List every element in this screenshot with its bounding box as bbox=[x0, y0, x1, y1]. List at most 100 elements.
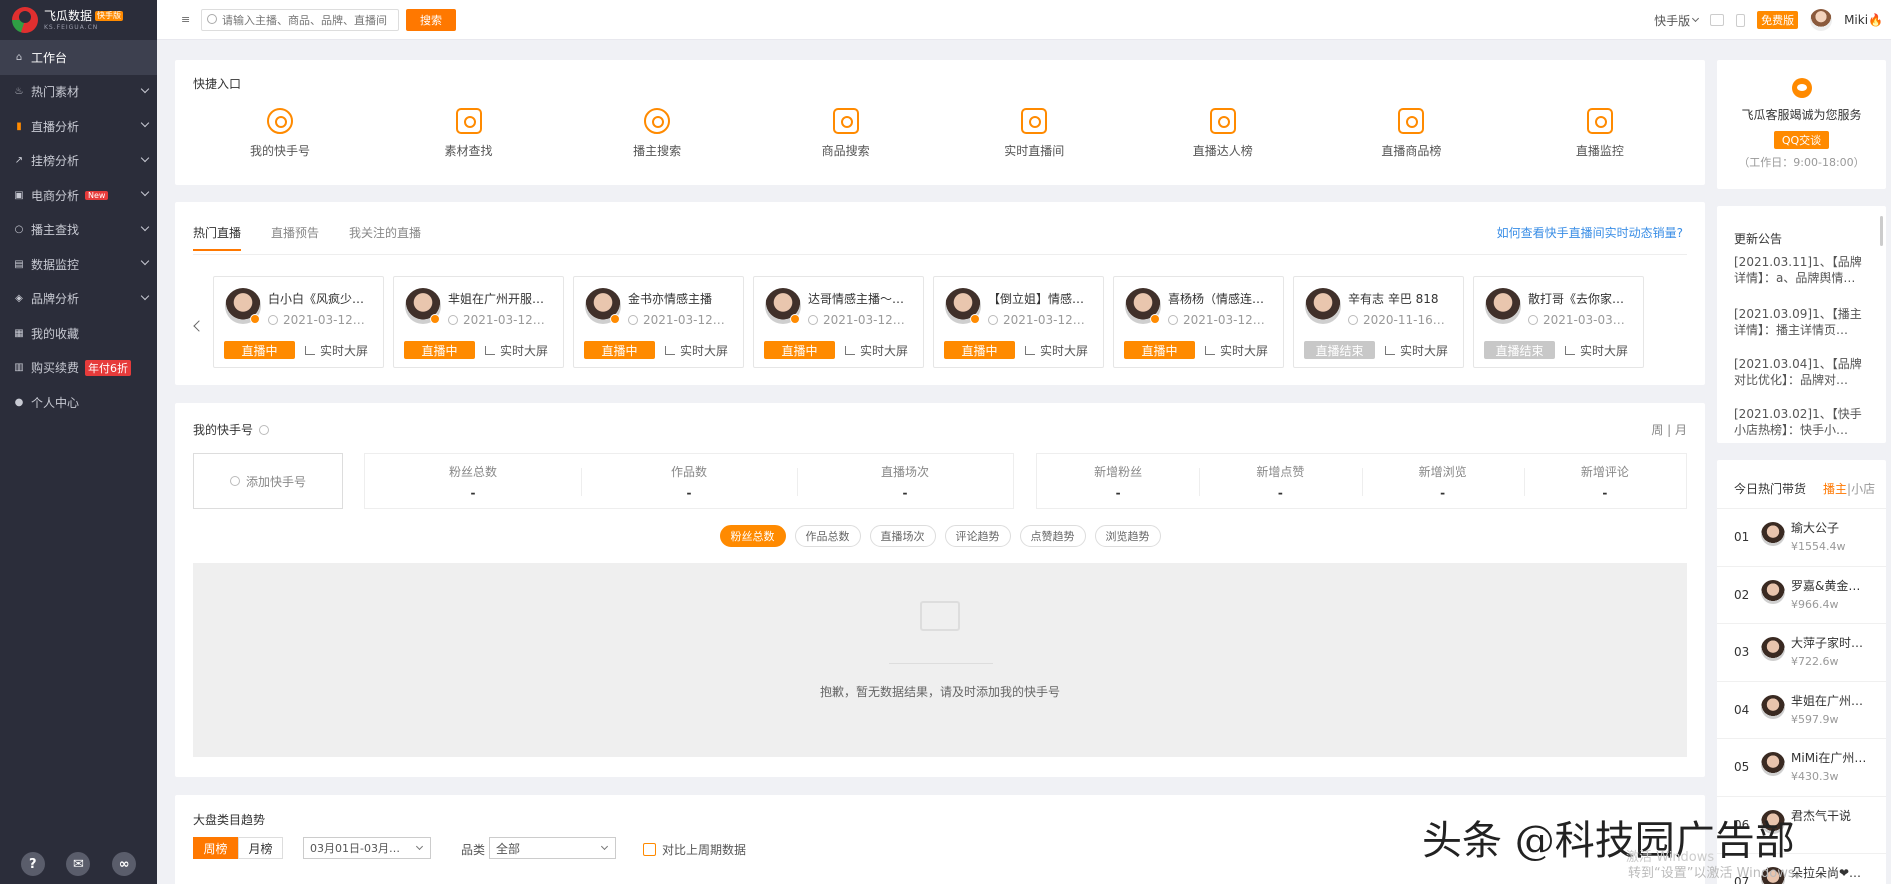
live-status-badge[interactable]: 直播中 bbox=[584, 341, 655, 359]
hot-rank-item[interactable]: 02 罗嘉&黄金… ¥966.4w bbox=[1717, 565, 1886, 623]
rank-streamer-name[interactable]: 瑜大公子 bbox=[1791, 519, 1871, 536]
qq-chat-button[interactable]: QQ交谈 bbox=[1773, 131, 1830, 149]
live-card-item[interactable]: 达哥情感主播～… 2021-03-12… 直播中 实时大屏 bbox=[753, 276, 924, 368]
sidebar-item-rank-analysis[interactable]: ↗ 挂榜分析 bbox=[0, 144, 157, 179]
tab-hot-live[interactable]: 热门直播 bbox=[193, 224, 242, 251]
hot-rank-item[interactable]: 04 芈姐在广州… ¥597.9w bbox=[1717, 680, 1886, 738]
free-plan-badge[interactable]: 免费版 bbox=[1757, 11, 1799, 29]
live-status-badge[interactable]: 直播中 bbox=[764, 341, 835, 359]
live-status-badge[interactable]: 直播结束 bbox=[1304, 341, 1375, 359]
live-card-item[interactable]: 辛有志 辛巴 818 2020-11-16… 直播结束 实时大屏 bbox=[1293, 276, 1464, 368]
sidebar-item-workbench[interactable]: ⌂ 工作台 bbox=[0, 40, 157, 75]
username[interactable]: Miki🔥 bbox=[1844, 13, 1883, 27]
rank-streamer-name[interactable]: 大萍子家时… bbox=[1791, 634, 1871, 651]
notice-item[interactable]: [2021.03.04]1、【品牌对比优化】：品牌对… bbox=[1734, 356, 1869, 388]
live-card-item[interactable]: 白小白《风疯少… 2021-03-12… 直播中 实时大屏 bbox=[213, 276, 384, 368]
pill-works-total[interactable]: 作品总数 bbox=[794, 525, 861, 547]
sidebar-item-streamer-search[interactable]: ○ 播主查找 bbox=[0, 213, 157, 248]
rank-streamer-name[interactable]: 罗嘉&黄金… bbox=[1791, 577, 1871, 594]
version-select[interactable]: 快手版 bbox=[1654, 12, 1700, 29]
notice-item[interactable]: [2021.03.02]1、【快手小店热榜】：快手小… bbox=[1734, 406, 1869, 438]
realtime-screen-button[interactable]: 实时大屏 bbox=[485, 342, 548, 359]
date-range-select[interactable]: 03月01日-03月… bbox=[303, 837, 431, 859]
toggle-monthly[interactable]: 月榜 bbox=[238, 837, 283, 859]
avatar[interactable] bbox=[1761, 694, 1785, 719]
live-help-link[interactable]: 如何查看快手直播间实时动态销量? bbox=[1497, 224, 1683, 241]
pill-live-count[interactable]: 直播场次 bbox=[869, 525, 936, 547]
wechat-icon[interactable]: ✉ bbox=[66, 852, 91, 876]
avatar[interactable] bbox=[1810, 9, 1833, 31]
tab-streamer[interactable]: 播主 bbox=[1823, 482, 1847, 496]
quick-live-monitor[interactable]: 直播监控 bbox=[1525, 108, 1675, 159]
search-input[interactable] bbox=[222, 13, 392, 27]
live-card-item[interactable]: 喜杨杨（情感连… 2021-03-12… 直播中 实时大屏 bbox=[1113, 276, 1284, 368]
hot-rank-item[interactable]: 03 大萍子家时… ¥722.6w bbox=[1717, 623, 1886, 680]
cloud-icon[interactable] bbox=[1710, 14, 1725, 26]
menu-toggle-icon[interactable]: ≡ bbox=[181, 13, 190, 26]
add-circle-icon[interactable] bbox=[259, 424, 270, 435]
hot-rank-item[interactable]: 05 MiMi在广州… ¥430.3w bbox=[1717, 738, 1886, 795]
avatar[interactable] bbox=[1761, 522, 1785, 546]
category-select[interactable]: 全部 bbox=[489, 837, 616, 859]
avatar[interactable] bbox=[1761, 752, 1785, 776]
toggle-weekly[interactable]: 周榜 bbox=[193, 837, 238, 859]
quick-live-product-ranking[interactable]: 直播商品榜 bbox=[1336, 108, 1486, 159]
live-status-badge[interactable]: 直播中 bbox=[404, 341, 475, 359]
pill-fans-total[interactable]: 粉丝总数 bbox=[719, 525, 786, 547]
quick-material-search[interactable]: 素材查找 bbox=[394, 108, 544, 159]
chevron-left-icon[interactable] bbox=[193, 320, 205, 332]
avatar[interactable] bbox=[1761, 579, 1785, 604]
quick-my-account[interactable]: 我的快手号 bbox=[205, 108, 355, 159]
quick-streamer-search[interactable]: 播主搜索 bbox=[582, 108, 732, 159]
sidebar-item-favorites[interactable]: ▦ 我的收藏 bbox=[0, 316, 157, 351]
sidebar-item-purchase[interactable]: ▥ 购买续费 年付6折 bbox=[0, 351, 157, 386]
live-card-item[interactable]: 散打哥《去你家… 2021-03-03… 直播结束 实时大屏 bbox=[1473, 276, 1644, 368]
sidebar-item-profile[interactable]: ● 个人中心 bbox=[0, 385, 157, 420]
live-status-badge[interactable]: 直播中 bbox=[224, 341, 295, 359]
mobile-icon[interactable] bbox=[1736, 13, 1746, 27]
live-card-item[interactable]: 金书亦情感主播 2021-03-12… 直播中 实时大屏 bbox=[573, 276, 744, 368]
live-streamer-name[interactable]: 【倒立姐】情感… bbox=[988, 290, 1098, 307]
realtime-screen-button[interactable]: 实时大屏 bbox=[845, 342, 908, 359]
realtime-screen-button[interactable]: 实时大屏 bbox=[1385, 342, 1448, 359]
notice-item[interactable]: [2021.03.11]1、【品牌详情】：a、品牌舆情… bbox=[1734, 254, 1869, 286]
live-status-badge[interactable]: 直播结束 bbox=[1484, 341, 1555, 359]
app-logo[interactable]: 飞瓜数据 快手版 KS.FEIGUA.CN bbox=[0, 0, 157, 40]
rank-streamer-name[interactable]: 君杰气干说 bbox=[1791, 807, 1871, 824]
sidebar-item-hot-material[interactable]: ♨ 热门素材 bbox=[0, 75, 157, 110]
pill-like-trend[interactable]: 点赞趋势 bbox=[1019, 525, 1086, 547]
realtime-screen-button[interactable]: 实时大屏 bbox=[665, 342, 728, 359]
rank-streamer-name[interactable]: 芈姐在广州… bbox=[1791, 692, 1871, 709]
realtime-screen-button[interactable]: 实时大屏 bbox=[1205, 342, 1268, 359]
realtime-screen-button[interactable]: 实时大屏 bbox=[305, 342, 368, 359]
avatar[interactable] bbox=[1305, 288, 1341, 324]
live-card-item[interactable]: 芈姐在广州开服… 2021-03-12… 直播中 实时大屏 bbox=[393, 276, 564, 368]
realtime-screen-button[interactable]: 实时大屏 bbox=[1565, 342, 1628, 359]
pill-comment-trend[interactable]: 评论趋势 bbox=[944, 525, 1011, 547]
tab-live-preview[interactable]: 直播预告 bbox=[271, 224, 319, 251]
live-streamer-name[interactable]: 辛有志 辛巴 818 bbox=[1348, 290, 1458, 307]
quick-product-search[interactable]: 商品搜索 bbox=[771, 108, 921, 159]
pill-view-trend[interactable]: 浏览趋势 bbox=[1094, 525, 1161, 547]
sidebar-item-ecommerce[interactable]: ▣ 电商分析 New bbox=[0, 178, 157, 213]
live-card-item[interactable]: 【倒立姐】情感… 2021-03-12… 直播中 实时大屏 bbox=[933, 276, 1104, 368]
scrollbar[interactable] bbox=[1880, 216, 1883, 246]
sidebar-item-data-monitor[interactable]: ▤ 数据监控 bbox=[0, 247, 157, 282]
avatar[interactable] bbox=[1761, 637, 1785, 661]
live-status-badge[interactable]: 直播中 bbox=[944, 341, 1015, 359]
live-streamer-name[interactable]: 达哥情感主播～… bbox=[808, 290, 918, 307]
live-streamer-name[interactable]: 芈姐在广州开服… bbox=[448, 290, 558, 307]
add-account-button[interactable]: 添加快手号 bbox=[193, 453, 343, 509]
quick-live-room[interactable]: 实时直播间 bbox=[959, 108, 1109, 159]
help-icon[interactable]: ? bbox=[20, 852, 45, 876]
notice-item[interactable]: [2021.03.09]1、【播主详情】：播主详情页… bbox=[1734, 306, 1869, 338]
tab-shop[interactable]: 小店 bbox=[1851, 482, 1875, 496]
live-streamer-name[interactable]: 喜杨杨（情感连… bbox=[1168, 290, 1278, 307]
sidebar-item-brand-analysis[interactable]: ◈ 品牌分析 bbox=[0, 282, 157, 317]
link-icon[interactable]: ∞ bbox=[112, 852, 137, 876]
sidebar-item-live-analysis[interactable]: ▮ 直播分析 bbox=[0, 109, 157, 144]
realtime-screen-button[interactable]: 实时大屏 bbox=[1025, 342, 1088, 359]
quick-live-ranking[interactable]: 直播达人榜 bbox=[1148, 108, 1298, 159]
live-streamer-name[interactable]: 金书亦情感主播 bbox=[628, 290, 738, 307]
period-switch[interactable]: 周 | 月 bbox=[1651, 421, 1687, 438]
